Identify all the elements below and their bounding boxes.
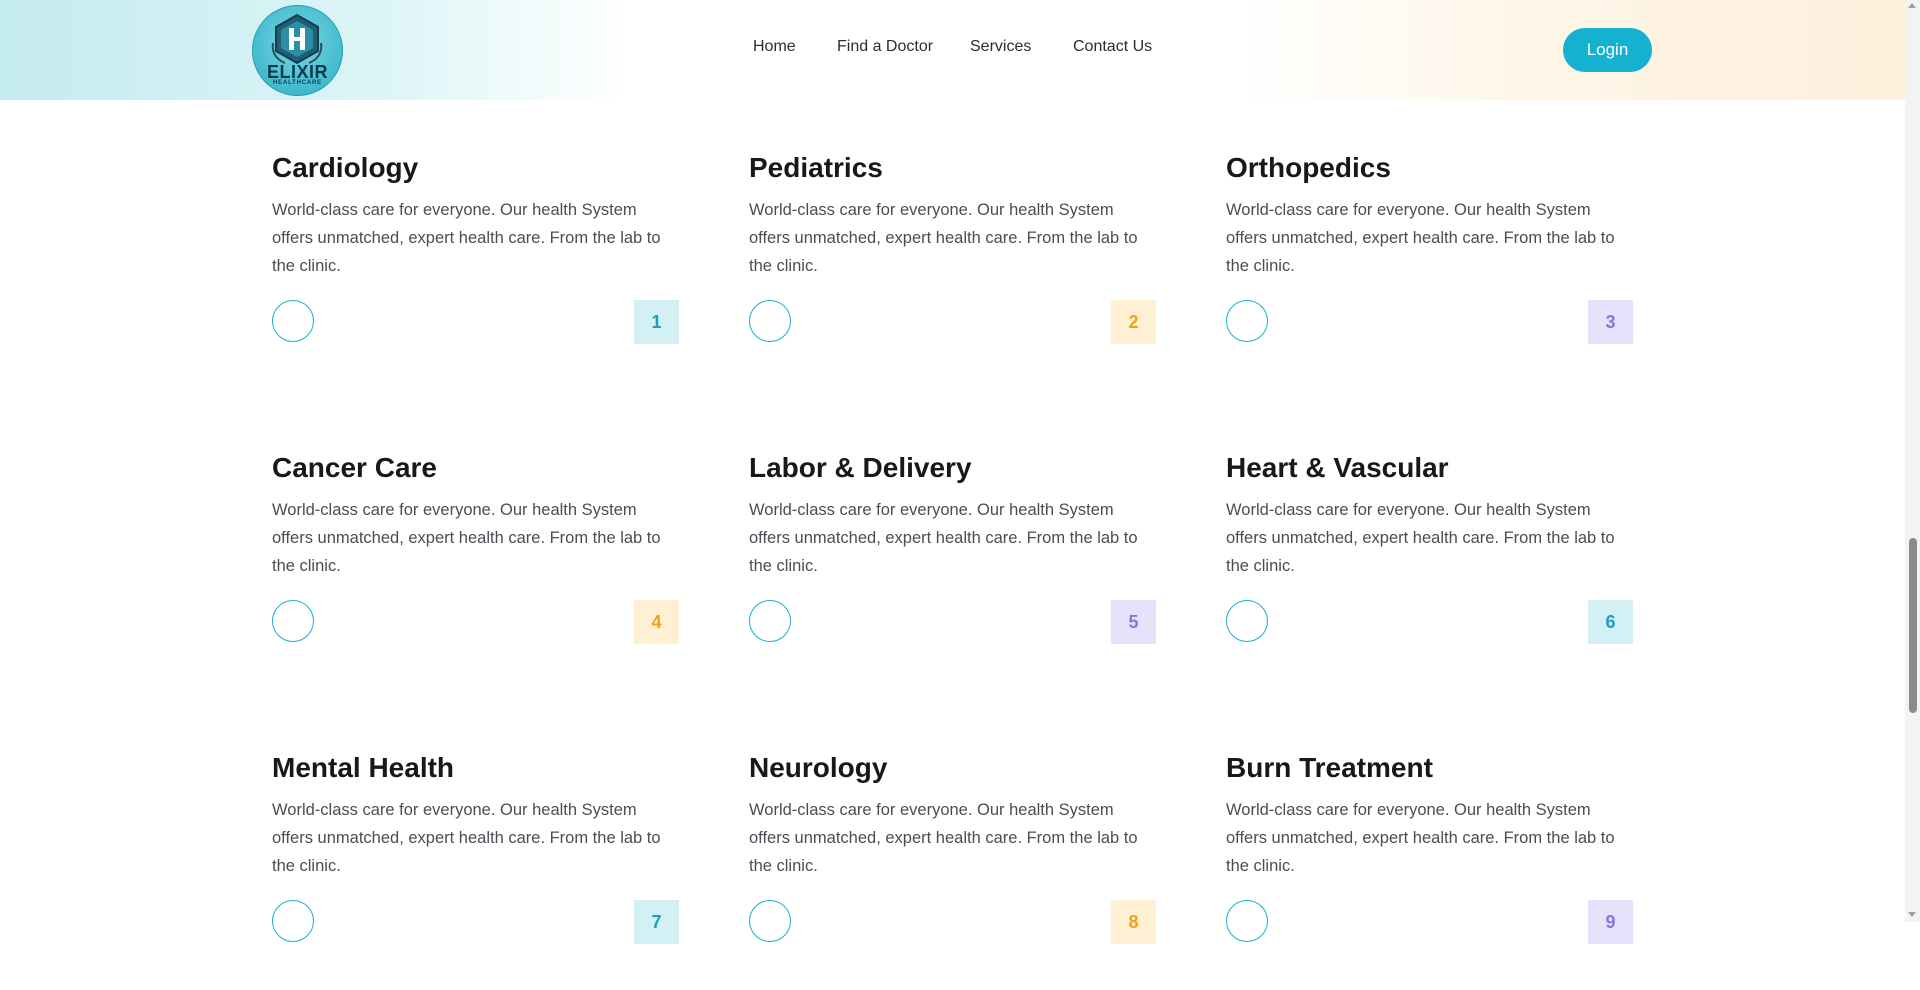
service-card: Heart & Vascular World-class care for ev…	[1226, 450, 1633, 690]
service-card: Neurology World-class care for everyone.…	[749, 750, 1156, 990]
service-link-circle[interactable]	[272, 600, 314, 642]
service-number-badge: 5	[1111, 600, 1156, 644]
service-link-circle[interactable]	[749, 600, 791, 642]
service-link-circle[interactable]	[1226, 900, 1268, 942]
service-description: World-class care for everyone. Our healt…	[749, 201, 1138, 275]
scroll-down-arrow-icon[interactable]	[1908, 912, 1916, 917]
hexagon-h-logo-icon	[271, 13, 323, 65]
elixir-logo[interactable]: ELIXIR HEALTHCARE	[252, 5, 343, 96]
service-number-badge: 1	[634, 300, 679, 344]
service-title: Neurology	[749, 752, 888, 783]
service-number-badge: 3	[1588, 300, 1633, 344]
service-card: Cancer Care World-class care for everyon…	[272, 450, 679, 690]
service-title: Labor & Delivery	[749, 452, 972, 483]
site-header: ELIXIR HEALTHCARE Home Find a Doctor Ser…	[0, 0, 1905, 100]
nav-contact-us[interactable]: Contact Us	[1073, 38, 1152, 56]
service-number-badge: 8	[1111, 900, 1156, 944]
service-title: Cardiology	[272, 152, 419, 183]
login-button[interactable]: Login	[1563, 28, 1652, 72]
service-description: World-class care for everyone. Our healt…	[1226, 201, 1615, 275]
scrollbar-thumb[interactable]	[1909, 538, 1917, 713]
nav-services[interactable]: Services	[970, 38, 1031, 56]
service-card: Orthopedics World-class care for everyon…	[1226, 150, 1633, 390]
service-link-circle[interactable]	[1226, 300, 1268, 342]
service-link-circle[interactable]	[749, 900, 791, 942]
service-description: World-class care for everyone. Our healt…	[272, 201, 661, 275]
service-link-circle[interactable]	[272, 900, 314, 942]
scroll-up-arrow-icon[interactable]	[1908, 3, 1916, 8]
logo-wordmark: ELIXIR	[266, 62, 328, 82]
service-card: Mental Health World-class care for every…	[272, 750, 679, 990]
service-title: Cancer Care	[272, 452, 437, 483]
service-description: World-class care for everyone. Our healt…	[1226, 501, 1615, 575]
service-card: Labor & Delivery World-class care for ev…	[749, 450, 1156, 690]
service-title: Orthopedics	[1226, 152, 1391, 183]
service-card: Cardiology World-class care for everyone…	[272, 150, 679, 390]
service-description: World-class care for everyone. Our healt…	[1226, 801, 1615, 875]
service-number-badge: 9	[1588, 900, 1633, 944]
service-description: World-class care for everyone. Our healt…	[749, 801, 1138, 875]
service-number-badge: 6	[1588, 600, 1633, 644]
service-title: Burn Treatment	[1226, 752, 1433, 783]
service-number-badge: 4	[634, 600, 679, 644]
service-link-circle[interactable]	[272, 300, 314, 342]
service-description: World-class care for everyone. Our healt…	[272, 801, 661, 875]
nav-find-a-doctor[interactable]: Find a Doctor	[837, 38, 933, 56]
service-description: World-class care for everyone. Our healt…	[272, 501, 661, 575]
page-scrollbar[interactable]	[1905, 0, 1920, 922]
service-title: Heart & Vascular	[1226, 452, 1449, 483]
service-link-circle[interactable]	[1226, 600, 1268, 642]
service-number-badge: 2	[1111, 300, 1156, 344]
service-link-circle[interactable]	[749, 300, 791, 342]
service-number-badge: 7	[634, 900, 679, 944]
service-description: World-class care for everyone. Our healt…	[749, 501, 1138, 575]
nav-home[interactable]: Home	[753, 38, 796, 56]
logo-tagline: HEALTHCARE	[273, 80, 322, 86]
service-card: Pediatrics World-class care for everyone…	[749, 150, 1156, 390]
service-title: Mental Health	[272, 752, 455, 783]
service-title: Pediatrics	[749, 152, 883, 183]
service-card: Burn Treatment World-class care for ever…	[1226, 750, 1633, 990]
